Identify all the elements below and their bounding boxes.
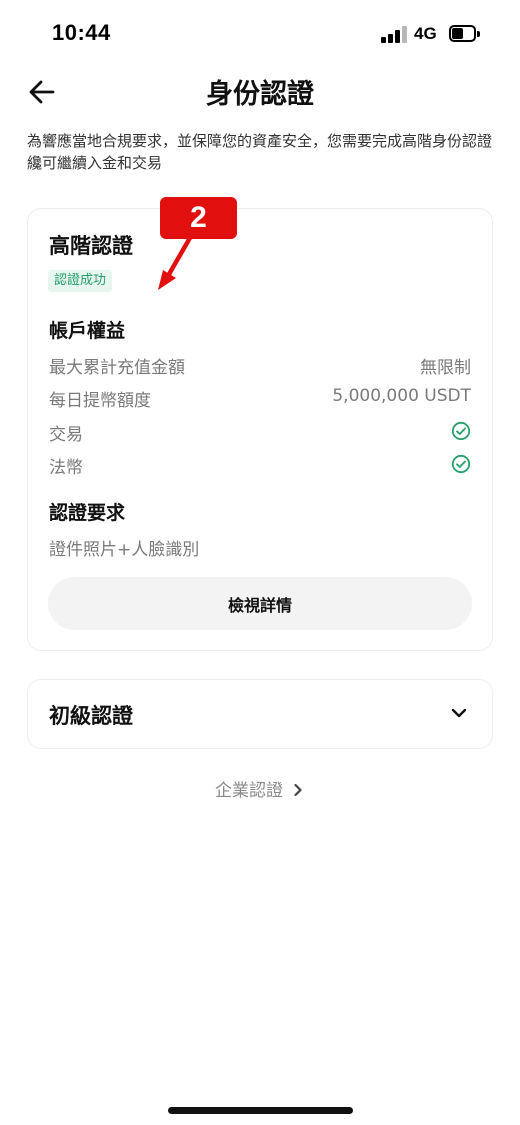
chevron-right-icon xyxy=(294,783,302,797)
view-details-button[interactable]: 檢視詳情 xyxy=(48,577,472,630)
benefit-label: 法幣 xyxy=(49,458,83,478)
intro-text: 為響應當地合規要求，並保障您的資產安全，您需要完成高階身份認證纔可繼續入金和交易 xyxy=(27,132,493,172)
page-title: 身份認證 xyxy=(206,79,314,110)
benefits-heading: 帳戶權益 xyxy=(49,320,126,342)
chevron-down-icon[interactable] xyxy=(450,706,468,720)
enterprise-verification-link[interactable]: 企業認證 xyxy=(0,776,520,801)
check-circle-icon xyxy=(451,454,471,474)
requirements-text: 證件照片+人臉識別 xyxy=(49,540,200,560)
annotation-arrow-icon xyxy=(158,233,194,290)
battery-icon xyxy=(449,25,480,42)
signal-icon xyxy=(381,26,407,43)
check-circle-icon xyxy=(451,421,471,441)
requirements-heading: 認證要求 xyxy=(49,502,126,524)
home-indicator xyxy=(168,1107,353,1114)
enterprise-link-label: 企業認證 xyxy=(215,781,283,801)
basic-title: 初級認證 xyxy=(49,704,133,728)
status-bar: 10:44 4G xyxy=(0,0,520,70)
status-time: 10:44 xyxy=(52,20,111,45)
benefit-label: 交易 xyxy=(49,425,83,445)
advanced-verification-card: 高階認證 認證成功 帳戶權益 最大累計充值金額 無限制 每日提幣額度 5,000… xyxy=(27,208,493,651)
network-type: 4G xyxy=(414,24,437,43)
advanced-title: 高階認證 xyxy=(49,234,133,258)
benefit-label: 每日提幣額度 xyxy=(49,391,151,411)
status-badge: 認證成功 xyxy=(48,270,113,292)
benefit-value: 無限制 xyxy=(420,358,471,378)
benefit-label: 最大累計充值金額 xyxy=(49,358,185,378)
benefit-value: 5,000,000 USDT xyxy=(332,386,471,406)
basic-verification-card[interactable]: 初級認證 xyxy=(27,679,493,749)
